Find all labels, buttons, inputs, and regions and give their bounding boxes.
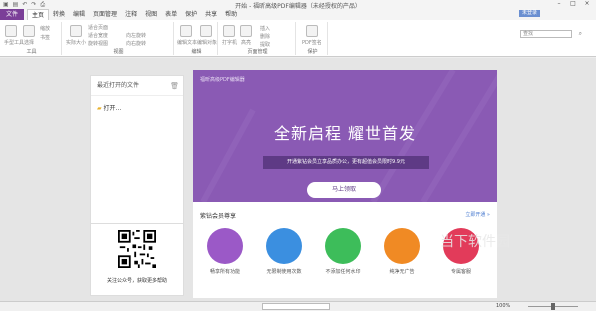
maximize-icon[interactable]: □ — [566, 0, 580, 8]
group-protect: PDF签名 保护 — [298, 22, 328, 55]
tab-protect[interactable]: 保护 — [181, 9, 201, 20]
menu-bar: 文件 主页 转换 编辑 页面管理 注释 视图 表单 保护 共享 帮助 未登录 — [0, 9, 596, 20]
pdf-sign-icon[interactable] — [306, 25, 318, 37]
tab-help[interactable]: 帮助 — [221, 9, 241, 20]
unlimited-icon — [266, 228, 302, 264]
rotate-view-label[interactable]: 旋转视图 — [88, 40, 108, 47]
group-tools-label: 工具 — [26, 49, 37, 55]
promo-banner[interactable]: 福昕高级PDF编辑器 全新启程 耀世首发 开通紫钻会员立享品质办公，更有超值会员… — [193, 70, 497, 202]
actual-size-label: 实际大小 — [66, 40, 87, 46]
typewriter-icon[interactable] — [223, 25, 235, 37]
benefit-label: 无限制使用次数 — [266, 269, 302, 275]
banner-headline: 全新启程 耀世首发 — [273, 124, 417, 143]
group-pages-label: 页面管理 — [247, 49, 268, 55]
actual-size-icon[interactable] — [70, 25, 82, 37]
search-icon[interactable]: ⌕ — [579, 30, 582, 38]
all-features-icon — [207, 228, 243, 264]
group-edit: 编辑文本 编辑对象 编辑 — [176, 22, 218, 55]
tab-organize[interactable]: 页面管理 — [89, 9, 121, 20]
edit-object-icon[interactable] — [200, 25, 212, 37]
benefit-label: 专属客服 — [450, 269, 471, 275]
open-file-label: 打开... — [103, 105, 122, 112]
fit-width-label[interactable]: 适合宽度 — [88, 32, 108, 39]
zoom-label[interactable]: 缩放 — [40, 25, 50, 32]
group-view: 实际大小 适合页面 适合宽度 旋转视图 向左旋转 向右旋转 视图 — [64, 22, 174, 55]
rotate-right-label[interactable]: 向右旋转 — [126, 40, 146, 47]
file-tab[interactable]: 文件 — [0, 9, 24, 20]
highlight-icon[interactable] — [240, 25, 252, 37]
search-input[interactable]: 查找 — [520, 30, 572, 38]
window-controls: – □ × — [552, 0, 594, 8]
edit-object-label: 编辑对象 — [197, 40, 218, 46]
benefit-label: 畅享所有功能 — [209, 269, 240, 275]
benefit-label: 不添加任何水印 — [325, 269, 361, 275]
banner-offer: 开通紫钻会员立享品质办公，更有超值会员限时9.9元 — [263, 156, 429, 169]
no-watermark-icon — [325, 228, 361, 264]
qr-code-image — [118, 230, 156, 268]
minimize-icon[interactable]: – — [552, 0, 566, 8]
title-bar: ▣ ▤ ↶ ↷ ⎙ 开始 - 福昕高级PDF编辑器（未经授权的产品） – □ × — [0, 0, 596, 10]
open-membership-link[interactable]: 立即开通 » — [465, 211, 490, 218]
highlight-label: 高亮 — [241, 40, 252, 46]
page-navigator[interactable] — [262, 303, 330, 310]
rotate-left-label[interactable]: 向左旋转 — [126, 32, 146, 39]
tab-comment[interactable]: 注释 — [121, 9, 141, 20]
benefit-item[interactable]: 无限制使用次数 — [259, 228, 309, 275]
banner-brand: 福昕高级PDF编辑器 — [200, 77, 245, 83]
qr-card: 关注公众号，获取更多帮助 — [90, 223, 184, 296]
trash-icon[interactable]: 🗑 — [170, 82, 179, 90]
site-watermark: 当下软件园 — [440, 231, 510, 251]
open-file-link[interactable]: ▰ 打开... — [97, 103, 121, 112]
tab-share[interactable]: 共享 — [201, 9, 221, 20]
fit-page-label[interactable]: 适合页面 — [88, 24, 108, 31]
tab-edit[interactable]: 编辑 — [69, 9, 89, 20]
zoom-level[interactable]: 100% — [496, 303, 510, 309]
extract-label[interactable]: 提取 — [260, 41, 270, 48]
group-pages: 打字机 高亮 插入 删除 提取 页面管理 — [220, 22, 296, 55]
member-title: 紫钻会员尊享 — [200, 213, 237, 220]
bookmark-label[interactable]: 书签 — [40, 34, 50, 41]
group-protect-label: 保护 — [307, 49, 318, 55]
edit-text-icon[interactable] — [180, 25, 192, 37]
benefit-item[interactable]: 不添加任何水印 — [318, 228, 368, 275]
benefit-item[interactable]: 纯净无广告 — [377, 228, 427, 275]
login-badge[interactable]: 未登录 — [518, 10, 540, 17]
delete-label[interactable]: 删除 — [260, 33, 270, 40]
claim-now-button[interactable]: 马上领取 — [307, 182, 381, 198]
status-bar: 100% — [0, 301, 596, 311]
ad-free-icon — [384, 228, 420, 264]
group-tools: 手型工具 选择 缩放 书签 工具 — [2, 22, 62, 55]
insert-label[interactable]: 插入 — [260, 25, 270, 32]
hand-tool-icon[interactable] — [5, 25, 17, 37]
group-view-label: 视图 — [113, 49, 124, 55]
watermark-text: 当下软件园 — [440, 234, 510, 250]
pdf-sign-label: PDF签名 — [302, 40, 322, 46]
ribbon-toolbar: 手型工具 选择 缩放 书签 工具 实际大小 适合页面 适合宽度 旋转视图 向左旋… — [0, 20, 596, 57]
tab-convert[interactable]: 转换 — [49, 9, 69, 20]
select-tool-icon[interactable] — [23, 25, 35, 37]
hand-tool-label: 手型工具 — [4, 40, 25, 46]
group-edit-label: 编辑 — [191, 49, 202, 55]
edit-text-label: 编辑文本 — [177, 40, 198, 46]
folder-icon: ▰ — [97, 105, 102, 112]
typewriter-label: 打字机 — [222, 40, 238, 46]
zoom-slider-knob[interactable] — [551, 303, 555, 310]
qr-caption: 关注公众号，获取更多帮助 — [106, 278, 167, 284]
tab-form[interactable]: 表单 — [161, 9, 181, 20]
benefit-label: 纯净无广告 — [389, 269, 415, 275]
tab-view[interactable]: 视图 — [141, 9, 161, 20]
select-tool-label: 选择 — [24, 40, 35, 46]
benefit-item[interactable]: 畅享所有功能 — [200, 228, 250, 275]
ribbon-tabs: 主页 转换 编辑 页面管理 注释 视图 表单 保护 共享 帮助 — [27, 9, 241, 20]
close-icon[interactable]: × — [580, 0, 594, 8]
workspace: 最近打开的文件 🗑 ▰ 打开... 关注公众号，获取更多帮助 福昕高级PDF编辑… — [0, 58, 596, 301]
tab-home[interactable]: 主页 — [27, 9, 50, 20]
